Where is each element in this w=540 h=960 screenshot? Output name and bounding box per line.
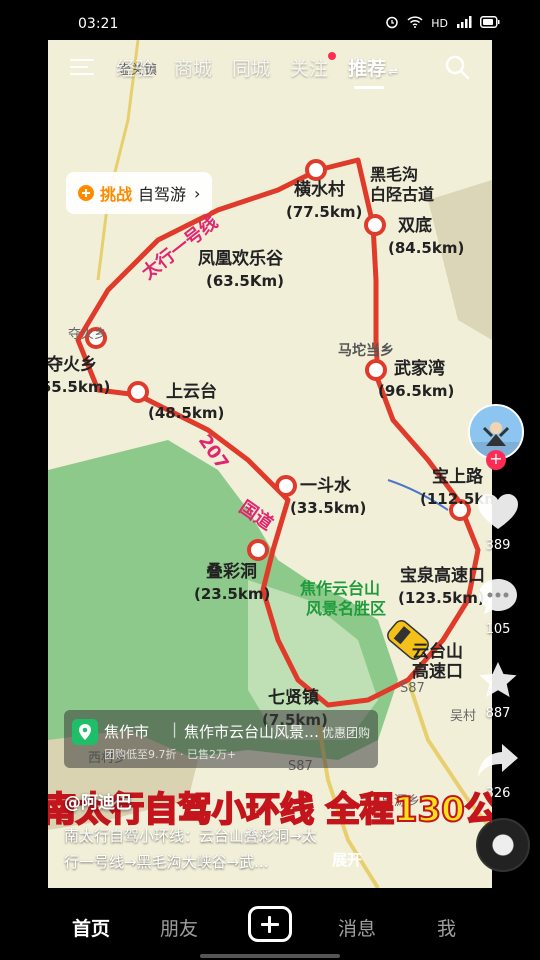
location-bar[interactable]: 焦作市 | 焦作市云台山风景名胜区 优惠团购 团购低至9.7折 · 已售2万+	[64, 710, 378, 768]
hamburger-icon[interactable]	[70, 57, 94, 77]
svg-text:(48.5km): (48.5km)	[148, 404, 224, 422]
battery-icon	[480, 16, 500, 31]
svg-text:上云台: 上云台	[166, 381, 217, 402]
location-city: 焦作市	[104, 723, 150, 741]
comment-icon	[479, 579, 517, 614]
svg-text:(23.5km): (23.5km)	[194, 585, 270, 603]
svg-text:叠彩洞: 叠彩洞	[206, 562, 257, 582]
map-label-place: 横水村	[294, 179, 345, 200]
comment-count: 105	[485, 622, 511, 637]
author-name[interactable]: @阿迪巴	[64, 788, 132, 813]
svg-text:一斗水: 一斗水	[300, 475, 352, 496]
status-bar: 03:21 HD	[0, 0, 540, 40]
expand-button[interactable]: 展开	[332, 849, 362, 870]
swap-arrows-icon: ⇌	[388, 64, 399, 78]
nav-friends[interactable]: 朋友	[160, 914, 198, 941]
hd-label: HD	[431, 17, 448, 30]
tab-following[interactable]: 关注	[290, 52, 337, 81]
home-indicator	[200, 954, 340, 958]
svg-text:(55.5km): (55.5km)	[48, 378, 110, 396]
music-disc-icon[interactable]	[476, 818, 530, 872]
location-pin-icon	[72, 719, 98, 745]
svg-text:双底: 双底	[398, 215, 432, 236]
svg-text:(77.5km): (77.5km)	[286, 203, 362, 221]
tab-mall[interactable]: 商城	[174, 54, 212, 81]
challenge-tag[interactable]: 挑战 自驾游 ›	[66, 172, 213, 214]
tab-experience[interactable]: 经验	[116, 54, 154, 81]
svg-text:夺火乡: 夺火乡	[68, 327, 107, 342]
svg-text:马坨当乡: 马坨当乡	[338, 342, 394, 359]
top-nav: 经验 商城 同城 关注 推荐 ⇌	[48, 40, 492, 96]
heart-icon	[478, 494, 518, 529]
share-arrow-icon	[478, 744, 518, 777]
star-icon	[479, 662, 517, 697]
tab-recommended[interactable]: 推荐 ⇌	[348, 54, 399, 89]
challenge-plus-icon	[78, 185, 94, 201]
location-name: 焦作市云台山风景名胜区	[184, 723, 320, 741]
tab-recommended-label: 推荐	[348, 58, 387, 80]
location-separator: |	[172, 720, 178, 738]
comment-button[interactable]: 105	[460, 576, 536, 637]
publish-button[interactable]	[248, 906, 292, 942]
svg-text:宝上路: 宝上路	[432, 466, 484, 487]
favorite-button[interactable]: 887	[460, 660, 536, 721]
wifi-icon	[407, 16, 423, 31]
follow-button[interactable]: +	[486, 450, 506, 470]
status-time: 03:21	[78, 16, 119, 32]
like-count: 389	[485, 538, 511, 553]
group-buy-tag: 优惠团购	[322, 726, 371, 740]
location-subtitle: 团购低至9.7折 · 已售2万+	[104, 748, 237, 761]
like-button[interactable]: 389	[460, 492, 536, 553]
bottom-nav: 首页 朋友 消息 我	[0, 888, 540, 960]
nav-me[interactable]: 我	[437, 914, 456, 941]
svg-text:(33.5km): (33.5km)	[290, 499, 366, 517]
nav-tabs: 经验 商城 同城 关注 推荐 ⇌	[116, 52, 399, 89]
favorite-count: 887	[485, 706, 511, 721]
tab-following-label: 关注	[290, 58, 329, 80]
svg-text:(96.5km): (96.5km)	[378, 382, 454, 400]
search-icon[interactable]	[444, 54, 470, 80]
status-icons: HD	[385, 15, 500, 32]
notification-dot	[328, 52, 337, 60]
svg-text:白陉古道: 白陉古道	[370, 185, 434, 204]
tab-nearby[interactable]: 同城	[232, 54, 270, 81]
svg-text:武家湾: 武家湾	[394, 358, 445, 379]
nav-home[interactable]: 首页	[72, 914, 110, 941]
chevron-right-icon: ›	[194, 183, 201, 203]
nav-messages[interactable]: 消息	[338, 914, 376, 941]
challenge-label: 挑战	[100, 185, 133, 204]
svg-text:焦作云台山: 焦作云台山	[299, 579, 380, 598]
signal-icon	[456, 16, 472, 31]
svg-text:(84.5km): (84.5km)	[388, 239, 464, 257]
description-line: 南太行自驾小环线：云台山叠彩洞→太	[64, 827, 317, 845]
svg-text:高速口: 高速口	[412, 661, 463, 682]
alarm-icon	[385, 15, 399, 32]
challenge-topic: 自驾游	[138, 185, 187, 204]
svg-text:风景名胜区: 风景名胜区	[306, 599, 386, 618]
svg-text:七贤镇: 七贤镇	[268, 687, 319, 708]
svg-text:S87: S87	[400, 681, 425, 696]
svg-text:夺火乡: 夺火乡	[48, 354, 97, 375]
svg-text:(63.5Km): (63.5Km)	[206, 272, 284, 290]
svg-text:云台山: 云台山	[412, 641, 463, 662]
svg-text:凤凰欢乐谷: 凤凰欢乐谷	[198, 248, 284, 269]
svg-text:黑毛沟: 黑毛沟	[370, 165, 418, 184]
